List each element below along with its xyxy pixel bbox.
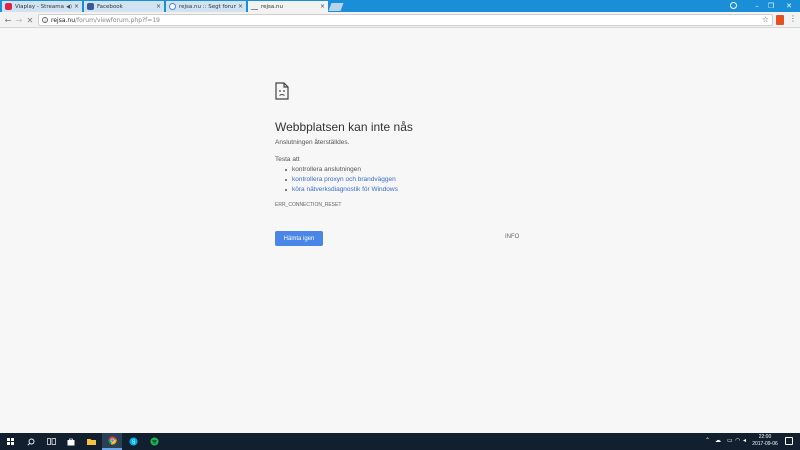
clock-date: 2017-09-06 (752, 441, 778, 447)
task-view-button[interactable] (41, 433, 61, 450)
windows-logo-icon (6, 438, 14, 445)
speaker-icon[interactable]: ◀) (66, 4, 72, 10)
tab-title: Facebook (97, 3, 123, 10)
error-title: Webbplatsen kan inte nås (275, 120, 413, 134)
store-icon (67, 438, 75, 445)
stop-button[interactable]: ✕ (25, 15, 35, 25)
tab-title: rejsa.nu :: Segt forum ci (179, 3, 236, 10)
suggestion-check-connection: kontrollera anslutningen (285, 165, 398, 175)
search-button[interactable] (21, 433, 41, 450)
skype-button[interactable]: S (123, 433, 143, 450)
info-icon[interactable]: i (42, 17, 48, 23)
svg-text:S: S (131, 440, 135, 446)
tab-rejsa-active[interactable]: rejsa.nu × (248, 1, 328, 12)
skype-icon: S (128, 437, 138, 446)
close-icon[interactable]: × (238, 3, 243, 10)
spotify-button[interactable] (144, 433, 164, 450)
loading-icon (251, 3, 258, 10)
reload-button[interactable]: Hämta igen (275, 231, 323, 246)
back-button[interactable]: ← (3, 15, 13, 25)
sad-page-icon (275, 82, 289, 100)
chrome-icon (107, 436, 117, 445)
facebook-favicon-icon (87, 3, 94, 10)
forward-button[interactable]: → (14, 15, 24, 25)
task-view-icon (46, 438, 56, 445)
tab-title: rejsa.nu (261, 3, 284, 10)
tab-rejsa-forum[interactable]: rejsa.nu :: Segt forum ci × (166, 1, 246, 12)
close-icon[interactable]: × (156, 3, 161, 10)
suggestion-network-diagnostics-link[interactable]: köra nätverksdiagnostik för Windows (285, 185, 398, 195)
wifi-icon[interactable]: ◠ (735, 438, 740, 444)
chevron-up-icon[interactable]: ⌃ (705, 438, 710, 444)
close-icon[interactable]: × (320, 3, 325, 10)
onedrive-cloud-icon[interactable]: ☁ (715, 438, 721, 444)
details-button[interactable]: INFO (505, 234, 519, 240)
clock-time: 22:00 (758, 434, 772, 440)
error-subtitle: Anslutningen återställdes. (275, 139, 350, 146)
new-tab-button[interactable] (328, 3, 344, 11)
close-window-button[interactable]: ✕ (778, 0, 800, 12)
tab-strip: Viaplay - Streama filmer ◀) × Facebook ×… (0, 0, 800, 12)
suggestion-check-proxy-link[interactable]: kontrollera proxyn och brandväggen (285, 175, 398, 185)
profile-icon[interactable] (730, 2, 737, 9)
office-extension-icon[interactable] (776, 15, 784, 25)
search-icon (27, 438, 35, 446)
file-explorer-button[interactable] (81, 433, 101, 450)
try-label: Testa att (275, 156, 300, 163)
store-button[interactable] (61, 433, 81, 450)
bookmark-star-icon[interactable]: ☆ (762, 16, 769, 24)
tab-title: Viaplay - Streama filmer (15, 3, 64, 10)
browser-toolbar: ← → ✕ i rejsa.nu/forum/viewforum.php?f=1… (0, 12, 800, 28)
battery-icon[interactable]: ▭ (727, 438, 733, 444)
error-code: ERR_CONNECTION_RESET (275, 202, 342, 208)
chrome-taskbar-button[interactable] (102, 433, 122, 450)
close-icon[interactable]: × (74, 3, 79, 10)
volume-icon[interactable]: ◂ (743, 438, 746, 444)
tab-facebook[interactable]: Facebook × (84, 1, 164, 12)
tab-viaplay[interactable]: Viaplay - Streama filmer ◀) × (2, 1, 82, 12)
url-host: rejsa.nu (51, 16, 76, 24)
menu-icon[interactable]: ⋮ (789, 15, 797, 23)
spotify-icon (149, 437, 159, 446)
notification-center-icon[interactable] (785, 437, 793, 445)
loading-spinner-icon (169, 3, 176, 10)
start-button[interactable] (0, 433, 20, 450)
page-content: Webbplatsen kan inte nås Anslutningen åt… (0, 29, 800, 433)
url-path: /forum/viewforum.php?f=19 (75, 16, 160, 24)
taskbar: S ⌃ ☁ ▭ ◠ ◂ 22:00 2017-09-06 (0, 433, 800, 450)
viaplay-favicon-icon (5, 3, 12, 10)
taskbar-clock[interactable]: 22:00 2017-09-06 (748, 434, 782, 448)
suggestion-list: kontrollera anslutningen kontrollera pro… (285, 165, 398, 195)
address-bar[interactable]: i rejsa.nu/forum/viewforum.php?f=19 ☆ (38, 14, 773, 26)
folder-icon (86, 439, 96, 445)
